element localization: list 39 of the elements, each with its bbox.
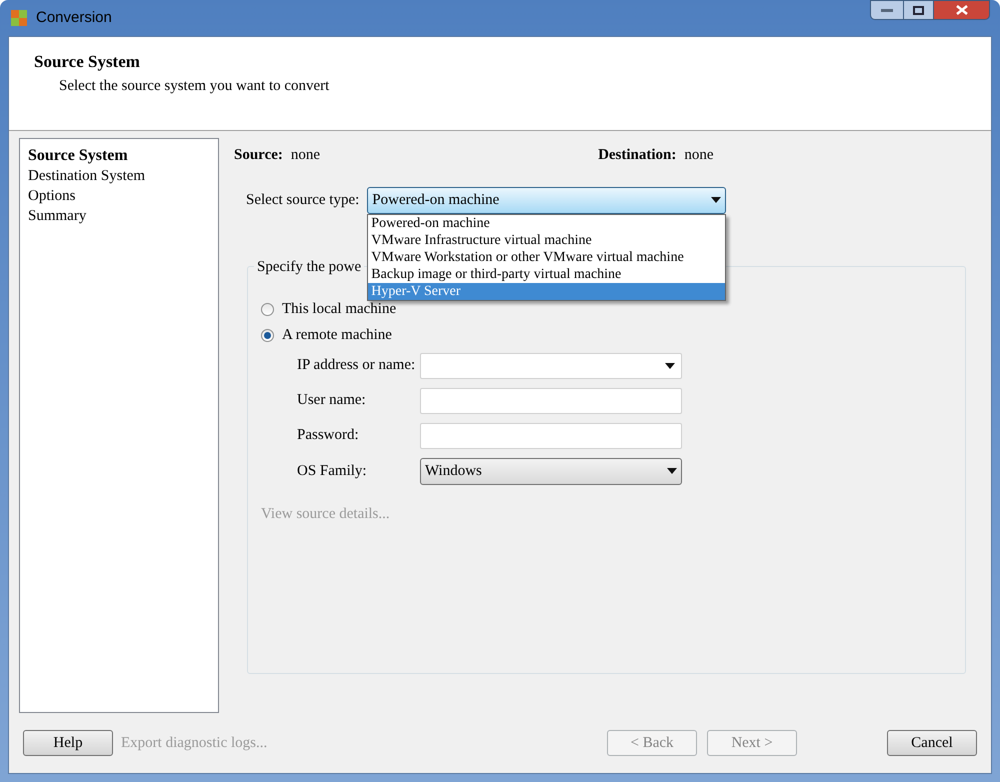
app-icon [10,9,28,27]
os-family-dropdown[interactable]: Windows [420,458,682,484]
dropdown-arrow-icon [665,362,675,368]
field-label: OS Family: [297,462,368,481]
close-icon [956,5,968,15]
source-value: none [290,146,320,165]
radio-label: A remote machine [282,326,392,346]
window-title: Conversion [36,8,112,28]
radio-label: This local machine [282,300,396,320]
step-item[interactable]: Source System [28,146,218,166]
dropdown-option[interactable]: Powered-on machine [368,214,726,232]
page-subtitle: Select the source system you want to convert [59,76,330,96]
minimize-button[interactable] [870,0,904,20]
destination-value: none [684,146,714,165]
radio-button[interactable] [261,329,274,342]
radio-button[interactable] [261,303,274,316]
field-label: IP address or name: [297,356,416,376]
cancel-button[interactable]: Cancel [887,730,977,756]
field-label: User name: [297,391,367,410]
destination-label: Destination: [598,146,676,165]
dropdown-option[interactable]: Backup image or third-party virtual machine [368,266,726,282]
source-type-dropdown[interactable]: Powered-on machine [367,186,726,214]
field-label: Password: [297,426,360,446]
maximize-button[interactable] [904,0,934,20]
dropdown-option[interactable]: Hyper-V Server [368,282,726,300]
dropdown-option[interactable]: VMware Workstation or other VMware virtual machine [368,248,726,266]
step-item[interactable]: Destination System [28,166,218,186]
help-button[interactable]: Help [23,730,113,756]
source-type-label: Select source type: [246,190,360,210]
source-label: Source: [234,146,283,165]
close-button[interactable] [934,0,990,20]
step-item[interactable]: Options [28,186,218,206]
password-field[interactable] [420,422,682,448]
dropdown-arrow-icon [711,197,722,203]
step-item[interactable]: Summary [28,206,218,226]
user-name-field[interactable] [420,388,682,414]
dropdown-arrow-icon [667,468,677,474]
dropdown-option[interactable]: VMware Infrastructure virtual machine [368,232,726,248]
page-title: Source System [34,51,141,73]
